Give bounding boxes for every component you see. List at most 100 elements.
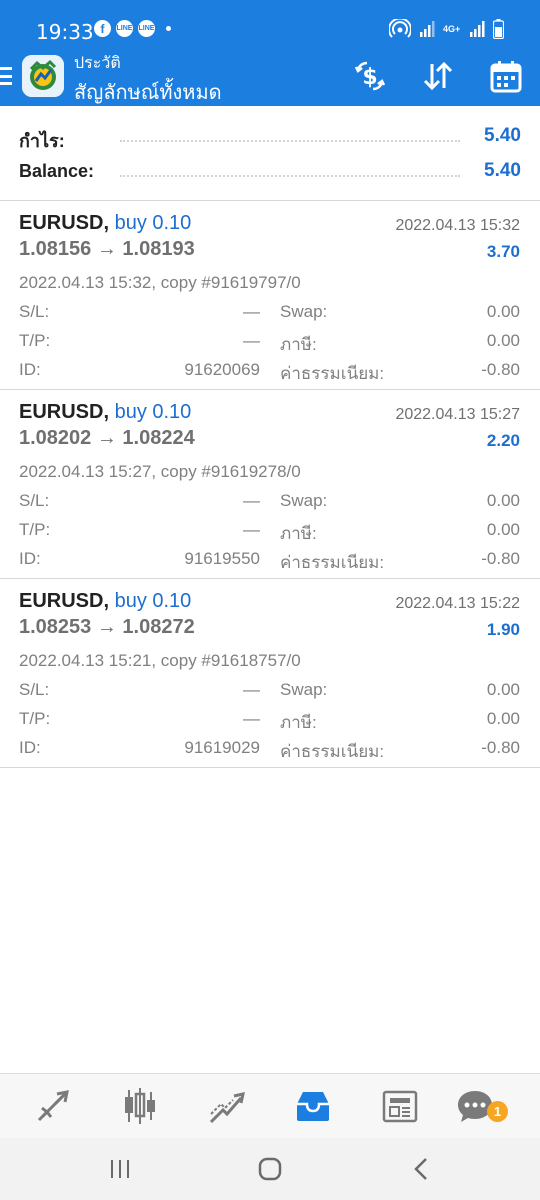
4g-icon: 4G+ [443, 23, 461, 34]
id-label: ID: [19, 360, 41, 379]
app-bar: ประวัติ สัญลักษณ์ทั้งหมด $ [0, 46, 540, 106]
sl-value: — [243, 680, 260, 699]
fee-label: ค่าธรรมเนียม: [280, 553, 385, 572]
trade-close-time: 2022.04.13 15:27 [395, 406, 520, 423]
swap-value: 0.00 [486, 302, 520, 321]
tp-value: — [243, 331, 260, 350]
trade-close-time: 2022.04.13 15:22 [395, 595, 520, 612]
sl-value: — [243, 302, 260, 321]
trade-detail-row: S/L: — Swap: 0.00 [0, 491, 540, 515]
trade-header: EURUSD, buy 0.10 [19, 401, 191, 424]
sl-label: S/L: [19, 680, 50, 699]
news-icon[interactable] [380, 1086, 420, 1126]
trade-detail-row: ID: 91620069 ค่าธรรมเนียม: -0.80 [0, 360, 540, 384]
screen-title[interactable]: สัญลักษณ์ทั้งหมด [74, 76, 222, 108]
fee-label: ค่าธรรมเนียม: [280, 742, 385, 761]
tp-value: — [243, 709, 260, 728]
balance-row: Balance: 5.40 [0, 157, 540, 187]
swap-label: Swap: [280, 302, 328, 321]
profit-row: กำไร: 5.40 [0, 122, 540, 152]
swap-value: 0.00 [486, 680, 520, 699]
currency-exchange-icon[interactable]: $ [352, 58, 388, 94]
trade-detail-row: ID: 91619029 ค่าธรรมเนียม: -0.80 [0, 738, 540, 762]
fee-label: ค่าธรรมเนียม: [280, 364, 385, 383]
fee-value: -0.80 [481, 738, 520, 757]
history-icon[interactable] [293, 1086, 333, 1126]
dotted-leader [120, 175, 460, 177]
dotted-leader [120, 140, 460, 142]
id-value: 91619029 [184, 738, 260, 757]
swap-label: Swap: [280, 491, 328, 510]
facebook-icon: f [94, 20, 111, 37]
profit-value: 5.40 [484, 125, 521, 146]
app-logo-icon[interactable] [22, 55, 64, 97]
trade-detail-row: T/P: — ภาษี: 0.00 [0, 331, 540, 355]
status-right-icons: 4G+ [389, 19, 504, 39]
bottom-tab-bar [0, 1073, 540, 1138]
sl-label: S/L: [19, 302, 50, 321]
trade-side: buy 0.10 [114, 590, 192, 612]
status-time: 19:33 [36, 20, 94, 44]
balance-value: 5.40 [484, 160, 521, 181]
tax-value: 0.00 [486, 331, 520, 350]
trade-item[interactable]: EURUSD, buy 0.10 2022.04.13 15:27 1.0820… [0, 390, 540, 579]
trade-open-info: 2022.04.13 15:27, copy #91619278/0 [19, 462, 301, 481]
chat-badge: 1 [487, 1101, 508, 1122]
tax-label: ภาษี: [280, 335, 317, 354]
trade-side: buy 0.10 [114, 401, 192, 423]
trade-open-info: 2022.04.13 15:32, copy #91619797/0 [19, 273, 301, 292]
trade-item[interactable]: EURUSD, buy 0.10 2022.04.13 15:32 1.0815… [0, 201, 540, 390]
swap-value: 0.00 [486, 491, 520, 510]
tax-label: ภาษี: [280, 524, 317, 543]
sort-icon[interactable] [420, 58, 456, 94]
tax-value: 0.00 [486, 709, 520, 728]
quotes-icon[interactable] [33, 1086, 73, 1126]
swap-label: Swap: [280, 680, 328, 699]
trade-header: EURUSD, buy 0.10 [19, 212, 191, 235]
back-icon[interactable] [402, 1153, 442, 1185]
tp-value: — [243, 520, 260, 539]
fee-value: -0.80 [481, 549, 520, 568]
trade-detail-row: T/P: — ภาษี: 0.00 [0, 520, 540, 544]
id-label: ID: [19, 549, 41, 568]
signal-icon [470, 21, 485, 37]
tax-label: ภาษี: [280, 713, 317, 732]
home-icon[interactable] [250, 1153, 290, 1185]
recent-apps-icon[interactable] [100, 1153, 140, 1185]
trade-icon[interactable] [207, 1086, 247, 1126]
trade-prices: 1.08253 → 1.08272 [19, 616, 195, 638]
profit-label: กำไร: [19, 131, 65, 151]
trade-profit: 1.90 [486, 620, 520, 639]
trade-close-time: 2022.04.13 15:32 [395, 217, 520, 234]
calendar-icon[interactable] [488, 58, 524, 94]
trade-item[interactable]: EURUSD, buy 0.10 2022.04.13 15:22 1.0825… [0, 579, 540, 768]
trade-detail-row: ID: 91619550 ค่าธรรมเนียม: -0.80 [0, 549, 540, 573]
tp-label: T/P: [19, 331, 51, 350]
line-icon: LINE [138, 20, 155, 37]
trade-symbol: EURUSD, [19, 212, 110, 234]
trade-side: buy 0.10 [114, 212, 192, 234]
trade-header: EURUSD, buy 0.10 [19, 590, 191, 613]
fee-value: -0.80 [481, 360, 520, 379]
trade-prices: 1.08202 → 1.08224 [19, 427, 195, 449]
menu-icon[interactable] [0, 67, 12, 85]
system-nav-bar [0, 1138, 540, 1200]
screen-subtitle: ประวัติ [74, 55, 121, 72]
hotspot-icon [389, 19, 411, 38]
trade-profit: 3.70 [486, 242, 520, 261]
signal-icon [420, 21, 435, 37]
trade-detail-row: S/L: — Swap: 0.00 [0, 680, 540, 704]
id-value: 91619550 [184, 549, 260, 568]
status-app-icons: f LINE LINE [94, 20, 171, 37]
trade-symbol: EURUSD, [19, 590, 110, 612]
trade-open-info: 2022.04.13 15:21, copy #91618757/0 [19, 651, 301, 670]
tax-value: 0.00 [486, 520, 520, 539]
svg-text:$: $ [362, 65, 377, 90]
chart-icon[interactable] [120, 1086, 160, 1126]
trade-detail-row: T/P: — ภาษี: 0.00 [0, 709, 540, 733]
trade-profit: 2.20 [486, 431, 520, 450]
sl-value: — [243, 491, 260, 510]
id-value: 91620069 [184, 360, 260, 379]
sl-label: S/L: [19, 491, 50, 510]
balance-label: Balance: [19, 161, 95, 181]
